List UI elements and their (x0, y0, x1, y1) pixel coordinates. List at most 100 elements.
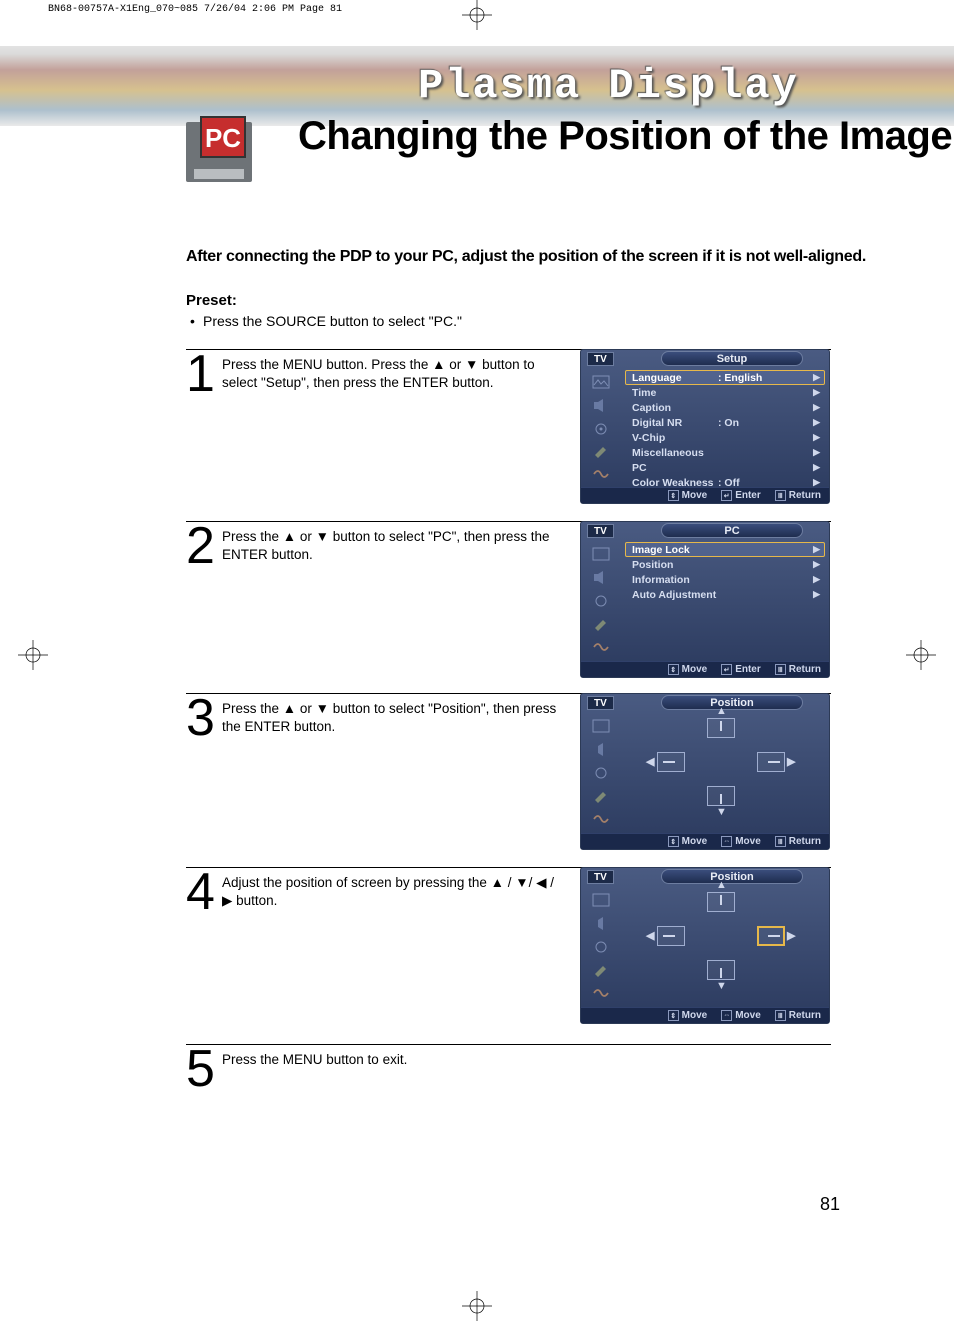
footer-return: Return (789, 664, 821, 675)
osd-menu-item[interactable]: Digital NR: On▶ (625, 415, 825, 430)
leftright-icon: ⇔ (721, 1010, 732, 1021)
chevron-right-icon: ▶ (813, 402, 820, 413)
picture-icon (590, 716, 612, 736)
chevron-right-icon: ▶ (813, 462, 820, 473)
osd-menu-item[interactable]: Auto Adjustment▶ (625, 587, 825, 602)
step-number: 4 (186, 866, 212, 918)
chevron-right-icon: ▶ (813, 544, 820, 555)
position-right[interactable] (757, 752, 785, 772)
position-left[interactable] (657, 752, 685, 772)
position-up[interactable] (707, 892, 735, 912)
position-left[interactable] (657, 926, 685, 946)
function-icon (590, 809, 612, 829)
preset-heading: Preset: (186, 292, 237, 309)
arrow-right-icon: ▶ (787, 929, 795, 942)
step-5: 5 Press the MENU button to exit. (186, 1044, 831, 1069)
osd-menu-item[interactable]: Information ▶ (625, 572, 825, 587)
enter-icon: ↵ (721, 490, 732, 501)
sound-icon (590, 739, 612, 759)
osd-menu-item[interactable]: Position▶ (625, 557, 825, 572)
footer-return: Return (789, 490, 821, 501)
picture-icon (590, 544, 612, 564)
position-up[interactable] (707, 718, 735, 738)
chevron-right-icon: ▶ (813, 387, 820, 398)
osd-item-label: Time (632, 387, 656, 399)
osd-item-label: Auto Adjustment (632, 589, 716, 601)
osd-pc-menu: TV PC Image Lock▶Position▶Information▶Au… (580, 521, 830, 678)
enter-icon: ↵ (721, 664, 732, 675)
osd-footer: ⇕Move ↵Enter ⅢReturn (581, 661, 829, 677)
footer-enter: Enter (735, 490, 761, 501)
chevron-right-icon: ▶ (813, 417, 820, 428)
footer-move: Move (735, 1010, 761, 1021)
arrow-down-icon: ▼ (716, 980, 727, 992)
step-number: 2 (186, 520, 212, 572)
osd-footer: ⇕Move ⇔Move ⅢReturn (581, 1007, 829, 1023)
function-icon (590, 464, 612, 484)
sound-icon (590, 567, 612, 587)
osd-item-label: V-Chip (632, 432, 665, 444)
registration-mark-left (18, 640, 48, 670)
osd-menu-item[interactable]: Time ▶ (625, 385, 825, 400)
osd-item-value: : Off (718, 477, 740, 489)
chevron-right-icon: ▶ (813, 477, 820, 488)
osd-menu-item[interactable]: PC ▶ (625, 460, 825, 475)
step-text: Press the MENU button. Press the ▲ or ▼ … (222, 356, 562, 391)
updown-icon: ⇕ (668, 490, 679, 501)
position-down[interactable] (707, 786, 735, 806)
osd-category-icons (581, 886, 621, 1007)
page-title: Changing the Position of the Image (298, 114, 952, 159)
chevron-right-icon: ▶ (813, 372, 820, 383)
step-number: 1 (186, 348, 212, 400)
footer-return: Return (789, 1010, 821, 1021)
registration-mark-right (906, 640, 936, 670)
leftright-icon: ⇔ (721, 836, 732, 847)
osd-menu-item[interactable]: Language : English ▶ (625, 370, 825, 385)
arrow-up-icon: ▲ (716, 705, 727, 717)
osd-item-label: Position (632, 559, 673, 571)
osd-item-label: PC (632, 462, 647, 474)
osd-title: Position (661, 695, 803, 710)
return-icon: Ⅲ (775, 490, 786, 501)
footer-move: Move (682, 836, 708, 847)
osd-item-value: : English (718, 372, 762, 384)
pc-section-icon: PC (186, 116, 260, 182)
pc-badge-label: PC (200, 116, 246, 158)
osd-item-label: Information (632, 574, 690, 586)
osd-menu-item[interactable]: V-Chip ▶ (625, 430, 825, 445)
channel-icon (590, 590, 612, 610)
setup-icon (590, 614, 612, 634)
arrow-down-icon: ▼ (716, 806, 727, 818)
osd-item-label: Color Weakness (632, 477, 714, 489)
setup-icon (590, 960, 612, 980)
return-icon: Ⅲ (775, 1010, 786, 1021)
osd-item-label: Language (632, 372, 682, 384)
osd-footer: ⇕Move ⇔Move ⅢReturn (581, 833, 829, 849)
sound-icon (590, 395, 612, 415)
osd-menu-item[interactable]: Image Lock▶ (625, 542, 825, 557)
osd-menu-item[interactable]: Miscellaneous ▶ (625, 445, 825, 460)
footer-move: Move (735, 836, 761, 847)
chevron-right-icon: ▶ (813, 574, 820, 585)
updown-icon: ⇕ (668, 836, 679, 847)
brand-title: Plasma Display (418, 62, 799, 110)
position-down[interactable] (707, 960, 735, 980)
footer-move: Move (682, 1010, 708, 1021)
osd-item-label: Miscellaneous (632, 447, 704, 459)
intro-text: After connecting the PDP to your PC, adj… (186, 248, 866, 266)
osd-menu-item[interactable]: Caption▶ (625, 400, 825, 415)
chevron-right-icon: ▶ (813, 432, 820, 443)
position-pad: ▲ ▼ ◀ ▶ (621, 712, 829, 833)
step-text: Press the ▲ or ▼ button to select "PC", … (222, 528, 562, 563)
setup-icon (590, 786, 612, 806)
osd-title: PC (661, 523, 803, 538)
step-number: 3 (186, 692, 212, 744)
osd-tv-badge: TV (587, 352, 614, 366)
position-right-selected[interactable] (757, 926, 785, 946)
step-text: Adjust the position of screen by pressin… (222, 874, 562, 909)
chevron-right-icon: ▶ (813, 447, 820, 458)
osd-menu-item[interactable]: Color Weakness : Off ▶ (625, 475, 825, 490)
registration-mark-bottom (462, 1291, 492, 1321)
arrow-left-icon: ◀ (646, 755, 654, 768)
updown-icon: ⇕ (668, 664, 679, 675)
